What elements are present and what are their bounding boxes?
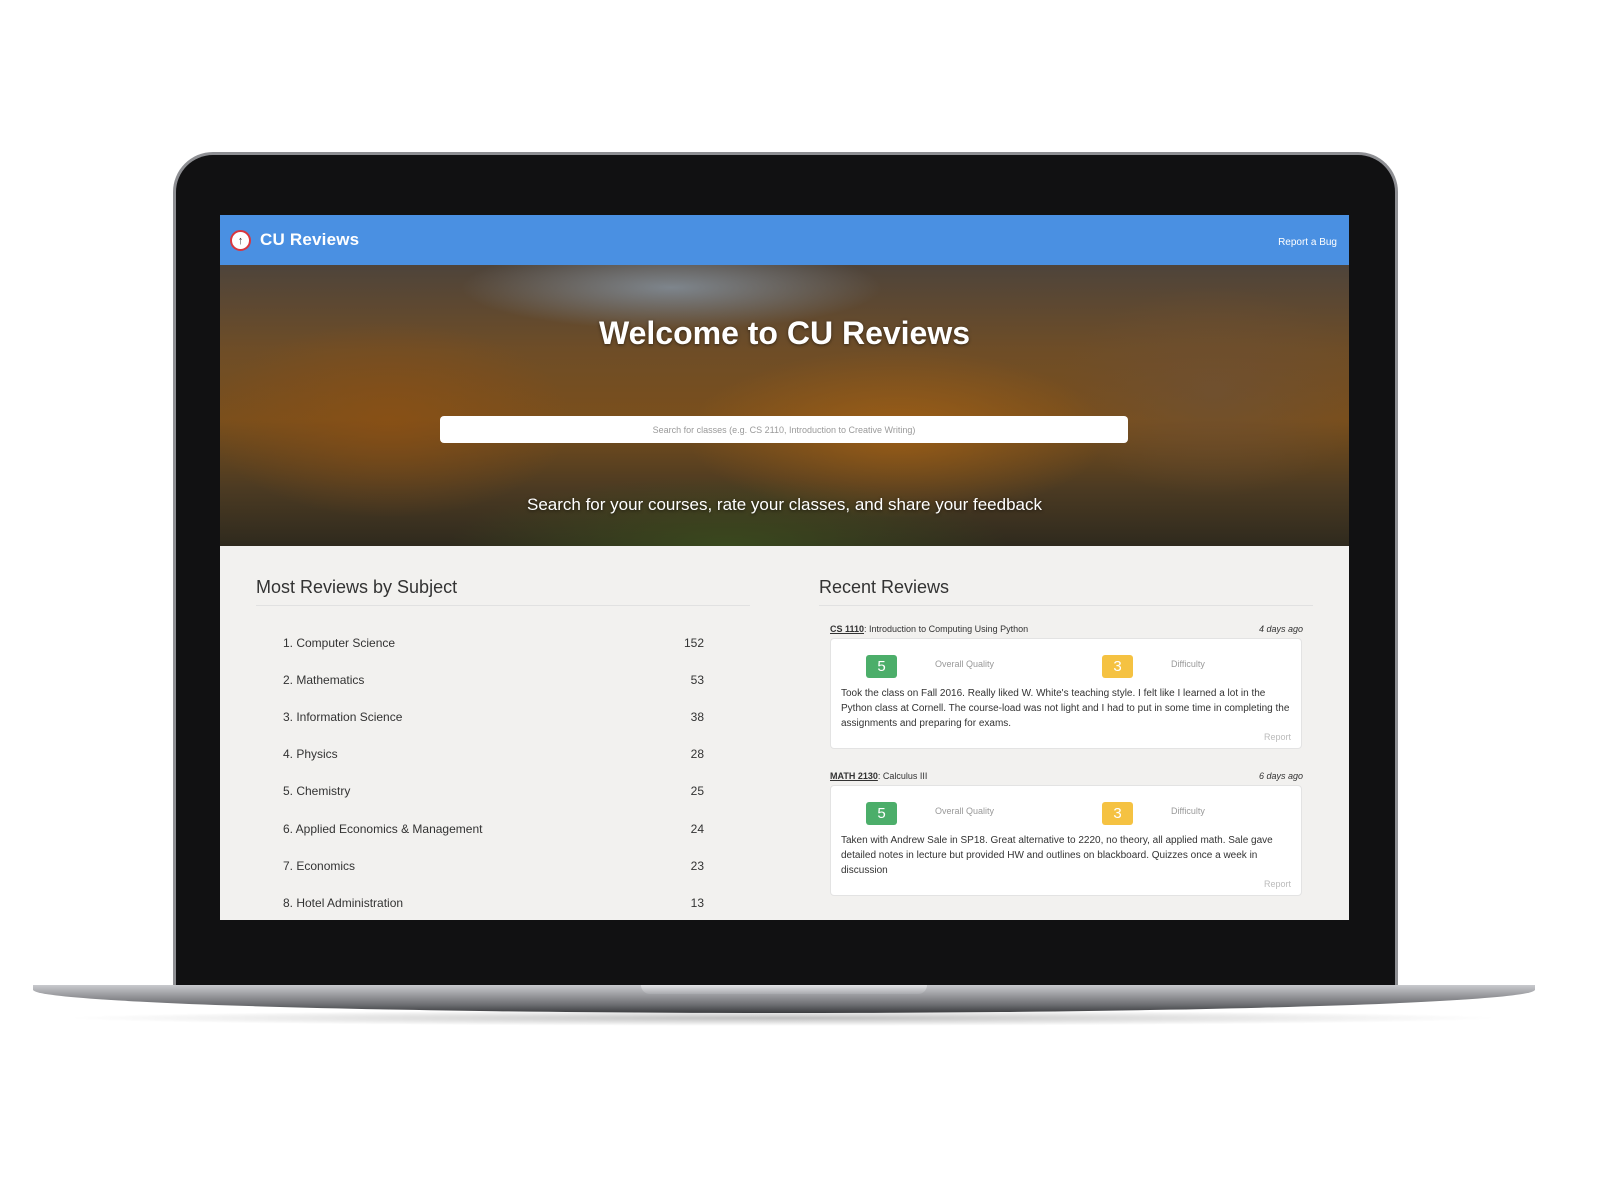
hero-banner: Welcome to CU Reviews Search for your co… (220, 265, 1349, 546)
subject-name: 4. Physics (283, 747, 338, 762)
recent-reviews-panel: Recent Reviews CS 1110: Introduction to … (819, 546, 1313, 896)
subject-name: 5. Chemistry (283, 784, 351, 799)
subject-count: 24 (690, 821, 704, 836)
laptop-notch (641, 985, 927, 994)
subject-row[interactable]: 7. Economics 23 (256, 847, 722, 884)
difficulty-badge: 3 (1102, 655, 1133, 678)
report-link[interactable]: Report (1264, 879, 1291, 889)
review-text: Taken with Andrew Sale in SP18. Great al… (841, 835, 1273, 876)
search-input[interactable] (440, 416, 1128, 443)
review-item: CS 1110: Introduction to Computing Using… (819, 624, 1313, 749)
difficulty-label: Difficulty (1171, 659, 1205, 669)
subject-name: 8. Hotel Administration (283, 895, 404, 910)
subject-row[interactable]: 3. Information Science 38 (256, 698, 722, 735)
hero-title: Welcome to CU Reviews (598, 315, 971, 351)
subject-count: 53 (690, 672, 704, 687)
subject-row[interactable]: 6. Applied Economics & Management 24 (256, 810, 722, 847)
course-title: : Calculus III (877, 771, 928, 781)
subject-row[interactable]: 2. Mathematics 53 (256, 661, 722, 698)
review-header: MATH 2130: Calculus III 6 days ago (819, 771, 1313, 785)
subject-count: 152 (683, 635, 704, 650)
subjects-panel: Most Reviews by Subject 1. Computer Scie… (256, 546, 750, 920)
report-link[interactable]: Report (1264, 732, 1291, 742)
screen: ↑ CU Reviews Report a Bug Welcome to CU … (220, 215, 1349, 920)
course-code-link[interactable]: CS 1110 (830, 624, 864, 634)
subject-name: 1. Computer Science (283, 635, 396, 650)
subject-count: 28 (690, 747, 704, 762)
difficulty-label: Difficulty (1171, 806, 1205, 816)
subjects-title: Most Reviews by Subject (256, 546, 750, 606)
subject-name: 2. Mathematics (283, 672, 365, 687)
subject-row[interactable]: 8. Hotel Administration 13 (256, 884, 722, 920)
brand-title[interactable]: CU Reviews (260, 230, 359, 250)
up-arrow-circle-icon[interactable]: ↑ (230, 230, 251, 251)
subject-count: 25 (690, 784, 704, 799)
subject-name: 7. Economics (283, 858, 356, 873)
subject-name: 6. Applied Economics & Management (283, 821, 483, 836)
course-code-link[interactable]: MATH 2130 (830, 771, 878, 781)
course-title: : Introduction to Computing Using Python (864, 624, 1029, 634)
review-course: MATH 2130: Calculus III (830, 771, 927, 781)
hero-subtitle: Search for your courses, rate your class… (527, 495, 1042, 514)
subject-row[interactable]: 5. Chemistry 25 (256, 773, 722, 810)
main-content: Most Reviews by Subject 1. Computer Scie… (220, 546, 1349, 920)
navbar: ↑ CU Reviews Report a Bug (220, 215, 1349, 265)
subject-name: 3. Information Science (283, 709, 403, 724)
subject-count: 23 (690, 858, 704, 873)
review-text: Took the class on Fall 2016. Really like… (841, 688, 1290, 729)
difficulty-badge: 3 (1102, 802, 1133, 825)
subject-row[interactable]: 4. Physics 28 (256, 736, 722, 773)
report-bug-link[interactable]: Report a Bug (1278, 237, 1337, 248)
review-date: 4 days ago (1258, 624, 1303, 634)
review-card: 5 Overall Quality 3 Difficulty Taken wit… (830, 785, 1302, 896)
subject-row[interactable]: 1. Computer Science 152 (256, 624, 722, 661)
review-card: 5 Overall Quality 3 Difficulty Took the … (830, 638, 1302, 749)
quality-label: Overall Quality (935, 806, 995, 816)
subject-count: 38 (690, 709, 704, 724)
review-course: CS 1110: Introduction to Computing Using… (830, 624, 1028, 634)
review-item: MATH 2130: Calculus III 6 days ago 5 Ove… (819, 771, 1313, 896)
subject-count: 13 (690, 895, 704, 910)
review-header: CS 1110: Introduction to Computing Using… (819, 624, 1313, 638)
quality-badge: 5 (866, 655, 897, 678)
subject-list: 1. Computer Science 152 2. Mathematics 5… (256, 624, 722, 920)
quality-label: Overall Quality (935, 659, 995, 669)
reviews-title: Recent Reviews (819, 546, 1313, 606)
review-date: 6 days ago (1258, 771, 1303, 781)
quality-badge: 5 (866, 802, 897, 825)
